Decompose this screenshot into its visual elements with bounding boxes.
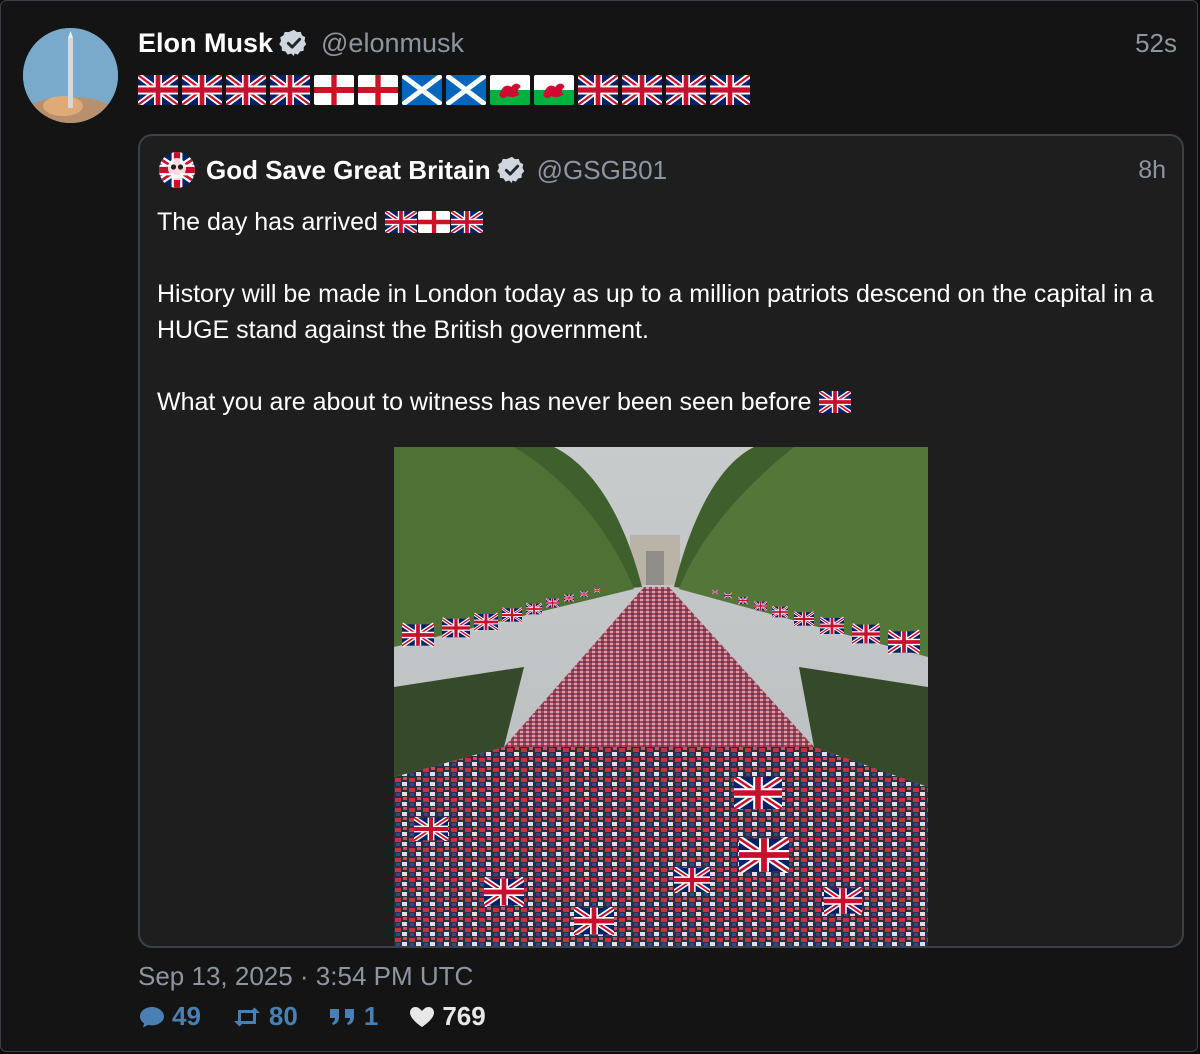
quote-line-3-text: What you are about to witness has never … — [157, 388, 812, 416]
crowd-photo — [394, 447, 928, 946]
author-name[interactable]: Elon Musk — [138, 28, 273, 59]
quote-time[interactable]: 8h — [1138, 156, 1166, 185]
flag-uk-icon — [666, 75, 706, 105]
tweet-card: Elon Musk @elonmusk 52s God Save Great B… — [0, 0, 1198, 1052]
quote-count-value: 1 — [363, 1001, 379, 1031]
flag-wales-icon — [490, 75, 530, 105]
tweet-stats: 49 80 1 769 — [138, 1001, 516, 1032]
retweet-count[interactable]: 80 — [231, 1001, 298, 1032]
like-count[interactable]: 769 — [408, 1001, 486, 1032]
quote-author-handle[interactable]: @GSGB01 — [537, 155, 667, 186]
flag-scotland-icon — [402, 75, 442, 105]
flag-england-icon — [418, 211, 450, 233]
flag-wales-icon — [534, 75, 574, 105]
retweet-count-value: 80 — [268, 1001, 298, 1031]
flag-uk-icon — [226, 75, 266, 105]
flag-uk-icon — [182, 75, 222, 105]
quote-line-1-flags — [385, 208, 484, 236]
flag-uk-icon — [138, 75, 178, 105]
quote-text: The day has arrived History will be made… — [157, 204, 1167, 420]
flag-uk-icon — [578, 75, 618, 105]
reply-count[interactable]: 49 — [138, 1001, 201, 1032]
verified-badge-icon — [279, 28, 309, 58]
author-avatar[interactable] — [23, 28, 118, 123]
flag-england-icon — [314, 75, 354, 105]
flag-england-icon — [358, 75, 398, 105]
quote-author-name[interactable]: God Save Great Britain — [206, 155, 491, 186]
flag-uk-icon — [451, 211, 483, 233]
like-count-value: 769 — [442, 1001, 486, 1031]
quote-count[interactable]: 1 — [328, 1001, 378, 1032]
flag-scotland-icon — [446, 75, 486, 105]
flag-uk-icon — [270, 75, 310, 105]
tweet-timestamp[interactable]: Sep 13, 2025 · 3:54 PM UTC — [138, 961, 473, 992]
quoted-tweet[interactable]: God Save Great Britain @GSGB01 8h The da… — [138, 134, 1184, 948]
quote-line-3: What you are about to witness has never … — [157, 384, 1167, 420]
quote-line-1: The day has arrived — [157, 204, 1167, 240]
verified-badge-icon — [496, 155, 527, 185]
flag-uk-icon — [819, 391, 851, 413]
flag-uk-icon — [385, 211, 417, 233]
quote-line-1-text: The day has arrived — [157, 208, 378, 236]
skull-flag-icon — [159, 152, 195, 188]
quote-author-avatar[interactable] — [159, 152, 195, 188]
tweet-text-flags — [138, 75, 750, 109]
quote-line-3-flags — [819, 388, 852, 416]
rocket-launch-icon — [23, 28, 118, 123]
retweet-icon — [233, 1007, 260, 1026]
heart-icon — [410, 1006, 435, 1027]
flag-uk-icon — [622, 75, 662, 105]
quote-header: God Save Great Britain @GSGB01 8h — [206, 150, 1166, 190]
quote-line-2: History will be made in London today as … — [157, 280, 1154, 344]
author-handle[interactable]: @elonmusk — [321, 28, 464, 59]
tweet-time[interactable]: 52s — [1135, 28, 1177, 59]
quote-media-image[interactable] — [394, 447, 928, 946]
reply-count-value: 49 — [172, 1001, 201, 1031]
tweet-header: Elon Musk @elonmusk 52s — [138, 23, 1177, 63]
reply-icon — [140, 1006, 164, 1027]
quote-icon — [329, 1008, 354, 1025]
flag-uk-icon — [710, 75, 750, 105]
